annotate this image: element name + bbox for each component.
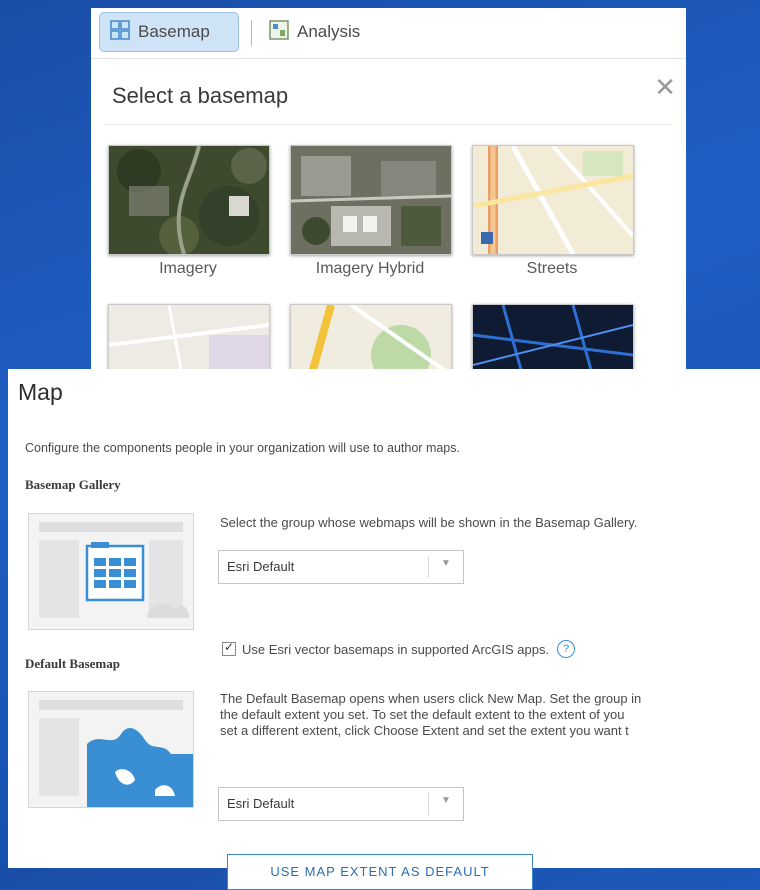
tab-basemap[interactable]: Basemap	[99, 12, 239, 52]
popup-title: Select a basemap	[112, 83, 289, 108]
basemap-gallery-heading: Basemap Gallery	[25, 477, 121, 492]
basemap-label-imagery: Imagery	[159, 260, 217, 277]
help-icon[interactable]: ?	[557, 640, 576, 658]
vector-basemaps-checkbox[interactable]	[222, 640, 236, 656]
basemap-thumb-streets[interactable]	[472, 145, 634, 255]
vector-basemaps-option: Use Esri vector basemaps in supported Ar…	[222, 640, 576, 658]
basemap-label-imagery-hybrid: Imagery Hybrid	[315, 260, 425, 277]
chevron-down-icon[interactable]: ▼	[428, 793, 463, 815]
basemap-gallery-group-select[interactable]: Esri Default ▼	[218, 550, 464, 584]
default-basemap-text-3: set a different extent, click Choose Ext…	[220, 723, 629, 738]
basemap-popup: Basemap Analysis Select a basemap ✕ Imag…	[91, 8, 686, 370]
basemap-label-streets: Streets	[526, 260, 578, 277]
select-value: Esri Default	[227, 559, 295, 574]
tab-basemap-label: Basemap	[138, 22, 210, 41]
basemap-thumb-topographic[interactable]	[108, 304, 270, 370]
basemap-grid-icon	[110, 19, 130, 45]
default-basemap-group-select[interactable]: Esri Default ▼	[218, 787, 464, 821]
tab-separator	[251, 20, 252, 46]
basemap-thumb-imagery[interactable]	[108, 145, 270, 255]
chevron-down-icon[interactable]: ▼	[428, 556, 463, 578]
default-basemap-heading: Default Basemap	[25, 656, 120, 671]
vector-basemaps-label: Use Esri vector basemaps in supported Ar…	[242, 641, 550, 657]
basemap-gallery-illustration	[28, 513, 194, 630]
toolbar: Basemap Analysis	[91, 8, 686, 59]
select-value: Esri Default	[227, 796, 295, 811]
divider	[105, 124, 672, 125]
basemap-thumb-navigation[interactable]	[290, 304, 452, 370]
default-basemap-illustration	[28, 691, 194, 808]
page-description: Configure the components people in your …	[25, 441, 460, 455]
analysis-icon	[269, 19, 289, 45]
close-icon[interactable]: ✕	[654, 74, 676, 100]
tab-analysis-label: Analysis	[297, 22, 361, 41]
use-map-extent-button[interactable]: USE MAP EXTENT AS DEFAULT	[227, 854, 533, 890]
basemap-thumb-streets-night[interactable]	[472, 304, 634, 370]
tab-analysis[interactable]: Analysis	[269, 12, 360, 52]
basemap-gallery-text: Select the group whose webmaps will be s…	[220, 515, 638, 530]
page-title: Map	[18, 379, 63, 405]
basemap-thumb-imagery-hybrid[interactable]	[290, 145, 452, 255]
default-basemap-text-1: The Default Basemap opens when users cli…	[220, 691, 642, 706]
map-settings-panel: Map Configure the components people in y…	[8, 369, 760, 890]
default-basemap-text-2: the default extent you set. To set the d…	[220, 707, 625, 722]
